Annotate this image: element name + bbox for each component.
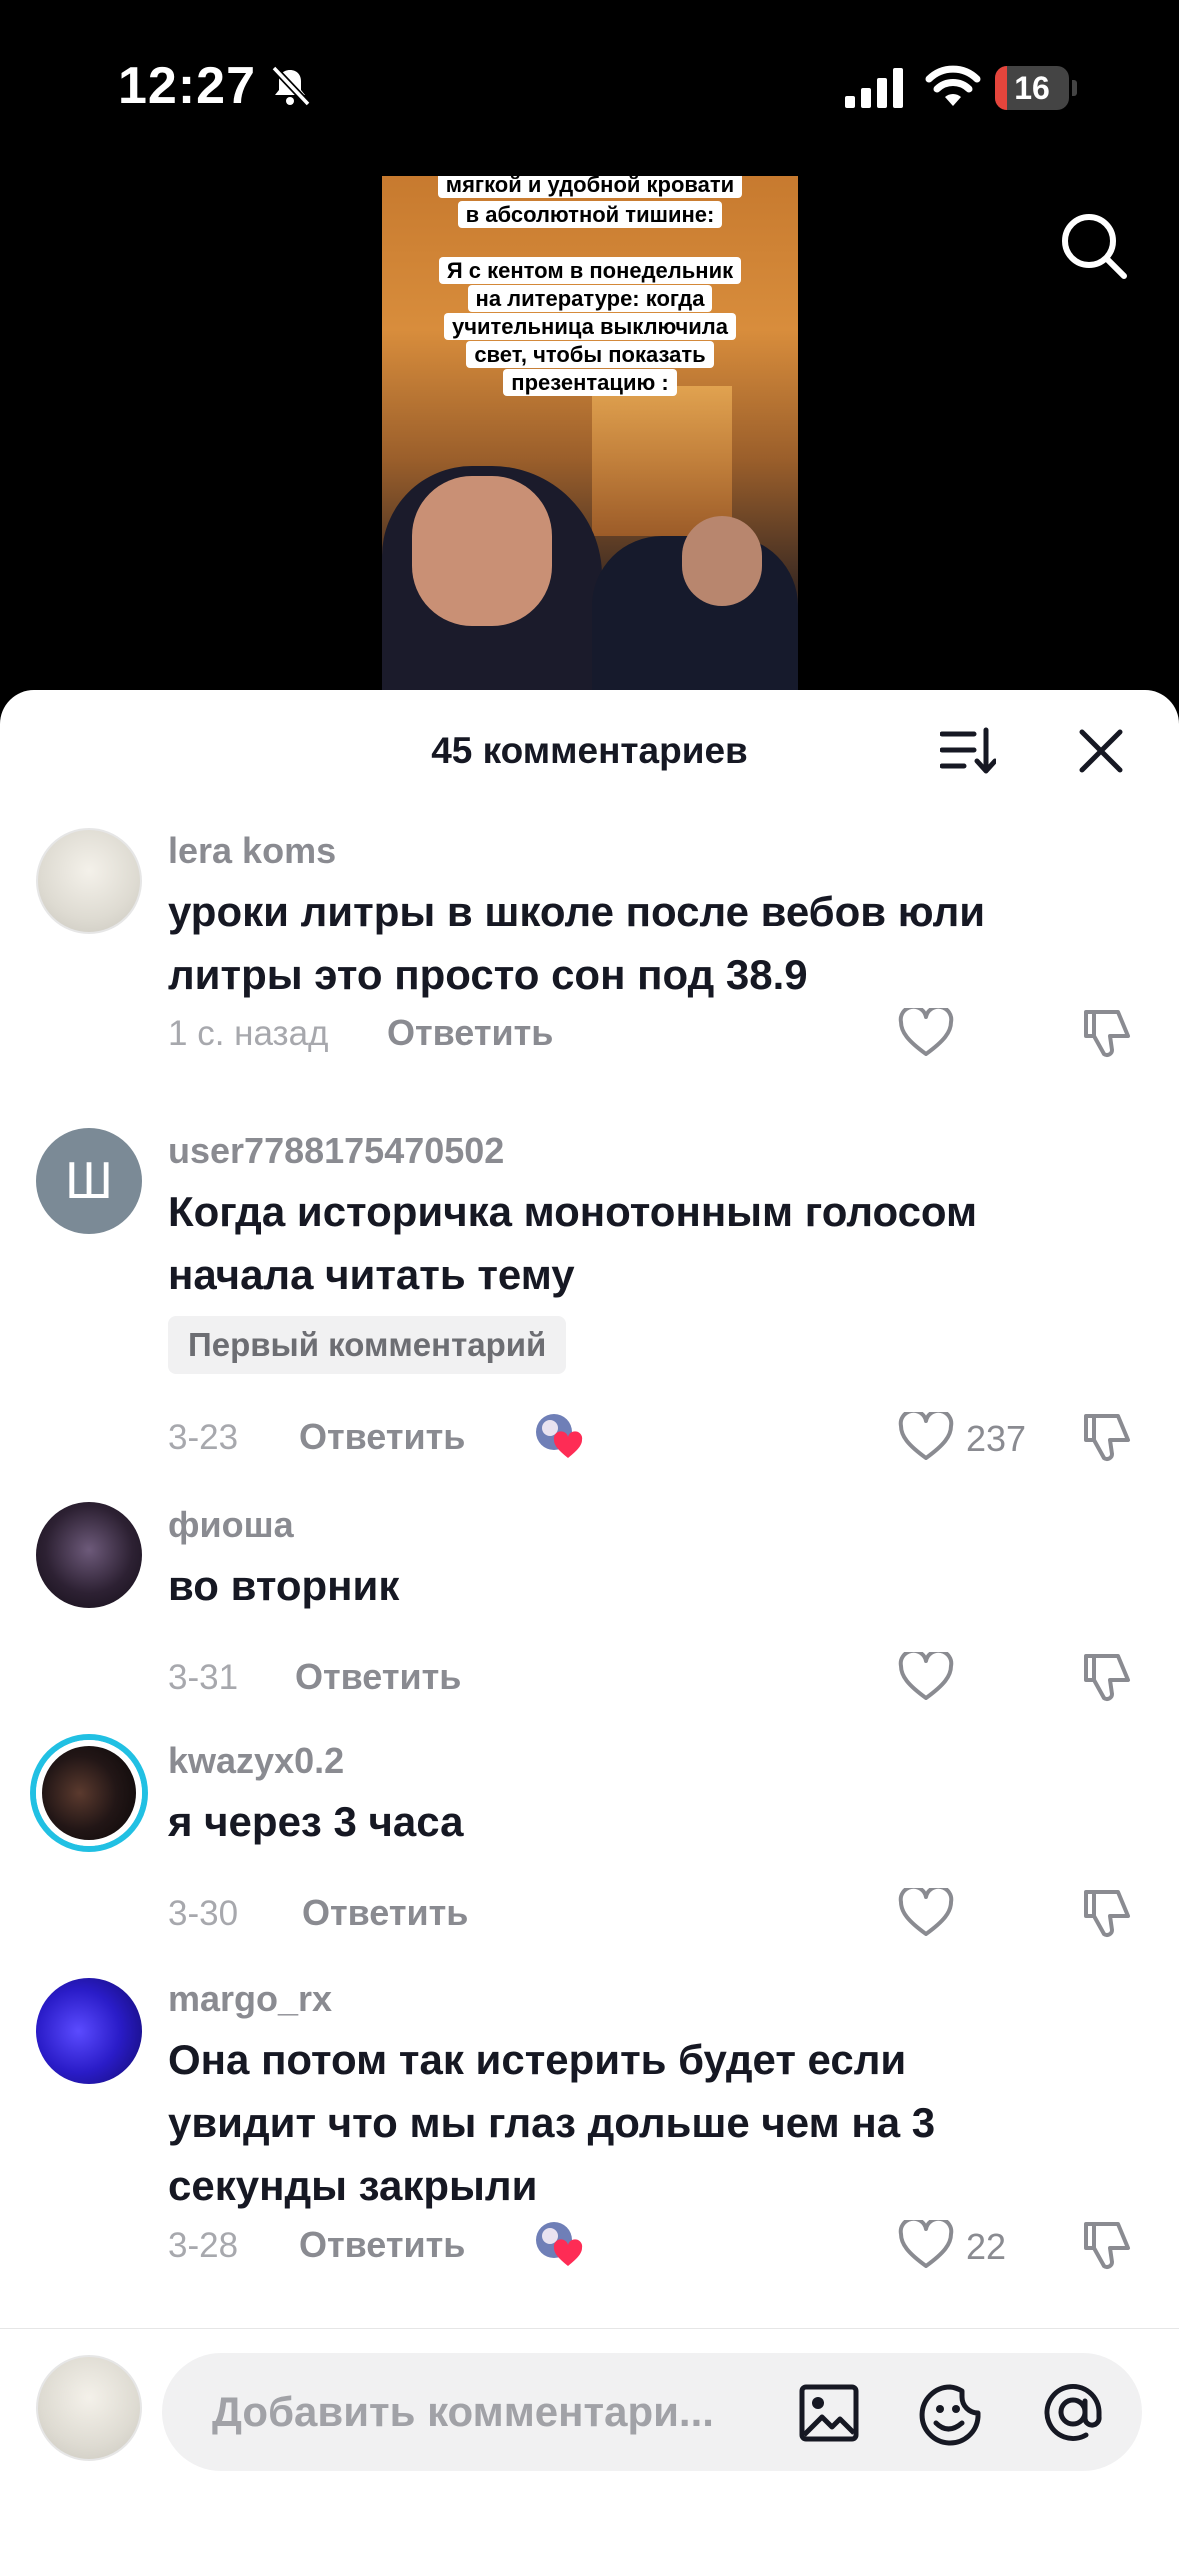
comment-text: во вторник bbox=[168, 1562, 400, 1609]
battery-percent: 16 bbox=[1014, 70, 1050, 106]
status-bar: 12:27 16 bbox=[0, 0, 1179, 175]
avatar[interactable] bbox=[36, 2355, 142, 2461]
cellular-signal-icon bbox=[845, 68, 903, 108]
video-caption-line: Я с кентом в понедельник bbox=[382, 257, 798, 284]
comment-username[interactable]: lera koms bbox=[168, 830, 336, 872]
comment-date: 3-28 bbox=[168, 2226, 239, 2265]
liked-by-creator-icon bbox=[536, 2222, 583, 2266]
dislike-icon[interactable] bbox=[1078, 1006, 1134, 1060]
avatar[interactable] bbox=[36, 828, 142, 934]
status-time: 12:27 bbox=[118, 57, 256, 115]
comment-date: 1 с. назад bbox=[168, 1014, 329, 1053]
avatar[interactable] bbox=[36, 1740, 142, 1846]
comment-input-placeholder[interactable]: Добавить комментари... bbox=[212, 2388, 812, 2436]
reply-button[interactable]: Ответить bbox=[299, 1416, 465, 1458]
video-caption-line: в абсолютной тишине: bbox=[382, 201, 798, 228]
avatar[interactable]: Ш bbox=[36, 1128, 142, 1234]
heart-icon[interactable] bbox=[898, 1888, 954, 1938]
heart-icon[interactable] bbox=[898, 1652, 954, 1702]
comment-username[interactable]: kwazyx0.2 bbox=[168, 1740, 344, 1782]
heart-icon[interactable] bbox=[898, 2220, 954, 2270]
comment-text: уроки литры в школе после вебов юли литр… bbox=[168, 888, 986, 998]
avatar[interactable] bbox=[36, 1502, 142, 1608]
like-count: 237 bbox=[966, 1418, 1027, 1459]
video-preview[interactable]: мягкой и удобной кровати в абсолютной ти… bbox=[382, 176, 798, 690]
comment-date: 3-30 bbox=[168, 1894, 239, 1933]
close-icon[interactable] bbox=[1078, 728, 1124, 774]
dislike-icon[interactable] bbox=[1078, 2218, 1134, 2272]
comment-text: я через 3 часа bbox=[168, 1798, 464, 1845]
avatar[interactable] bbox=[36, 1978, 142, 2084]
video-caption-line: презентацию : bbox=[382, 369, 798, 396]
dislike-icon[interactable] bbox=[1078, 1650, 1134, 1704]
video-caption-line: свет, чтобы показать bbox=[382, 341, 798, 368]
comment-username[interactable]: user7788175470502 bbox=[168, 1130, 504, 1172]
wifi-icon bbox=[925, 65, 981, 106]
dislike-icon[interactable] bbox=[1078, 1886, 1134, 1940]
comment-date: 3-31 bbox=[168, 1658, 239, 1697]
comment-username[interactable]: фиоша bbox=[168, 1504, 294, 1546]
video-caption-line: на литературе: когда bbox=[382, 285, 798, 312]
heart-icon[interactable] bbox=[898, 1008, 954, 1058]
comment-input-bar: Добавить комментари... bbox=[0, 2328, 1179, 2556]
like-count: 22 bbox=[966, 2226, 1007, 2267]
video-caption-line: учительница выключила bbox=[382, 313, 798, 340]
battery-indicator: 16 bbox=[995, 66, 1077, 110]
comment-input[interactable]: Добавить комментари... bbox=[162, 2353, 1142, 2471]
comments-count-title: 45 комментариев bbox=[431, 730, 748, 771]
reply-button[interactable]: Ответить bbox=[387, 1012, 553, 1054]
reply-button[interactable]: Ответить bbox=[299, 2224, 465, 2266]
heart-icon[interactable] bbox=[898, 1412, 954, 1462]
first-comment-badge: Первый комментарий bbox=[168, 1316, 567, 1374]
comment-text: Она потом так истерить будет если увидит… bbox=[168, 2036, 936, 2209]
comments-sheet: 45 комментариев lera koms уроки литры в … bbox=[0, 690, 1179, 2556]
video-caption-line: мягкой и удобной кровати bbox=[382, 176, 798, 198]
sort-icon[interactable] bbox=[940, 726, 996, 776]
image-icon[interactable] bbox=[798, 2383, 860, 2443]
bell-slash-icon bbox=[271, 65, 311, 107]
comment-date: 3-23 bbox=[168, 1418, 239, 1457]
mention-icon[interactable] bbox=[1040, 2379, 1106, 2445]
comment-text: Когда историчка монотонным голосом начал… bbox=[168, 1188, 978, 1298]
reply-button[interactable]: Ответить bbox=[302, 1892, 468, 1934]
dislike-icon[interactable] bbox=[1078, 1410, 1134, 1464]
comment-username[interactable]: margo_rx bbox=[168, 1978, 332, 2020]
liked-by-creator-icon bbox=[536, 1414, 583, 1458]
search-icon[interactable] bbox=[1058, 210, 1130, 282]
reply-button[interactable]: Ответить bbox=[295, 1656, 461, 1698]
emoji-icon[interactable] bbox=[918, 2383, 982, 2447]
